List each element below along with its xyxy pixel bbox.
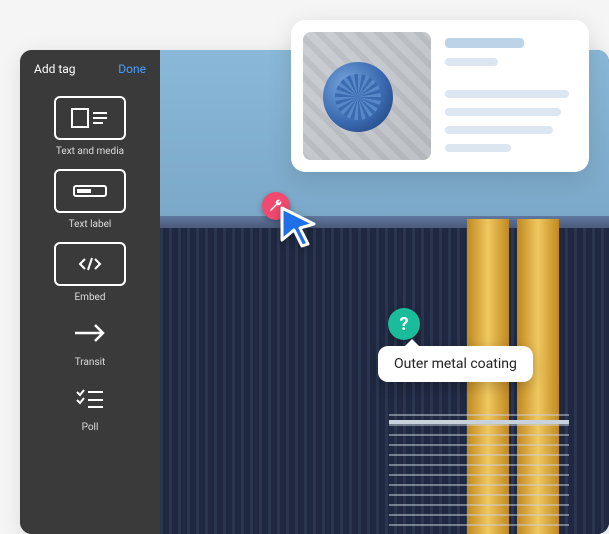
tooltip: Outer metal coating bbox=[378, 346, 533, 382]
sidebar-item-label: Text and media bbox=[56, 146, 124, 157]
sidebar-header: Add tag Done bbox=[20, 50, 160, 88]
text-label-icon bbox=[54, 169, 126, 213]
done-button[interactable]: Done bbox=[118, 62, 146, 76]
transit-icon bbox=[54, 315, 126, 351]
sidebar-item-label: Text label bbox=[69, 219, 112, 230]
sidebar-title: Add tag bbox=[34, 62, 76, 76]
sidebar-items: Text and media Text label Embed Transit bbox=[20, 88, 160, 534]
sidebar-item-label: Transit bbox=[75, 357, 106, 368]
preview-card[interactable] bbox=[291, 20, 589, 172]
text-media-icon bbox=[54, 96, 126, 140]
cursor-icon bbox=[278, 204, 320, 250]
question-marker[interactable]: ? bbox=[388, 308, 420, 340]
embed-icon bbox=[54, 242, 126, 286]
sidebar-item-transit[interactable]: Transit bbox=[36, 315, 144, 368]
poll-icon bbox=[54, 380, 126, 416]
question-icon: ? bbox=[400, 314, 409, 335]
preview-text-placeholder bbox=[445, 32, 577, 160]
sidebar-item-poll[interactable]: Poll bbox=[36, 380, 144, 433]
motor-graphic bbox=[323, 62, 393, 132]
tooltip-text: Outer metal coating bbox=[394, 356, 517, 372]
sidebar: Add tag Done Text and media Text label bbox=[20, 50, 160, 534]
sidebar-item-text-label[interactable]: Text label bbox=[36, 169, 144, 230]
stairs-graphic bbox=[389, 414, 569, 534]
sidebar-item-text-media[interactable]: Text and media bbox=[36, 96, 144, 157]
sidebar-item-embed[interactable]: Embed bbox=[36, 242, 144, 303]
preview-thumbnail bbox=[303, 32, 431, 160]
sidebar-item-label: Embed bbox=[74, 292, 105, 303]
sidebar-item-label: Poll bbox=[82, 422, 99, 433]
